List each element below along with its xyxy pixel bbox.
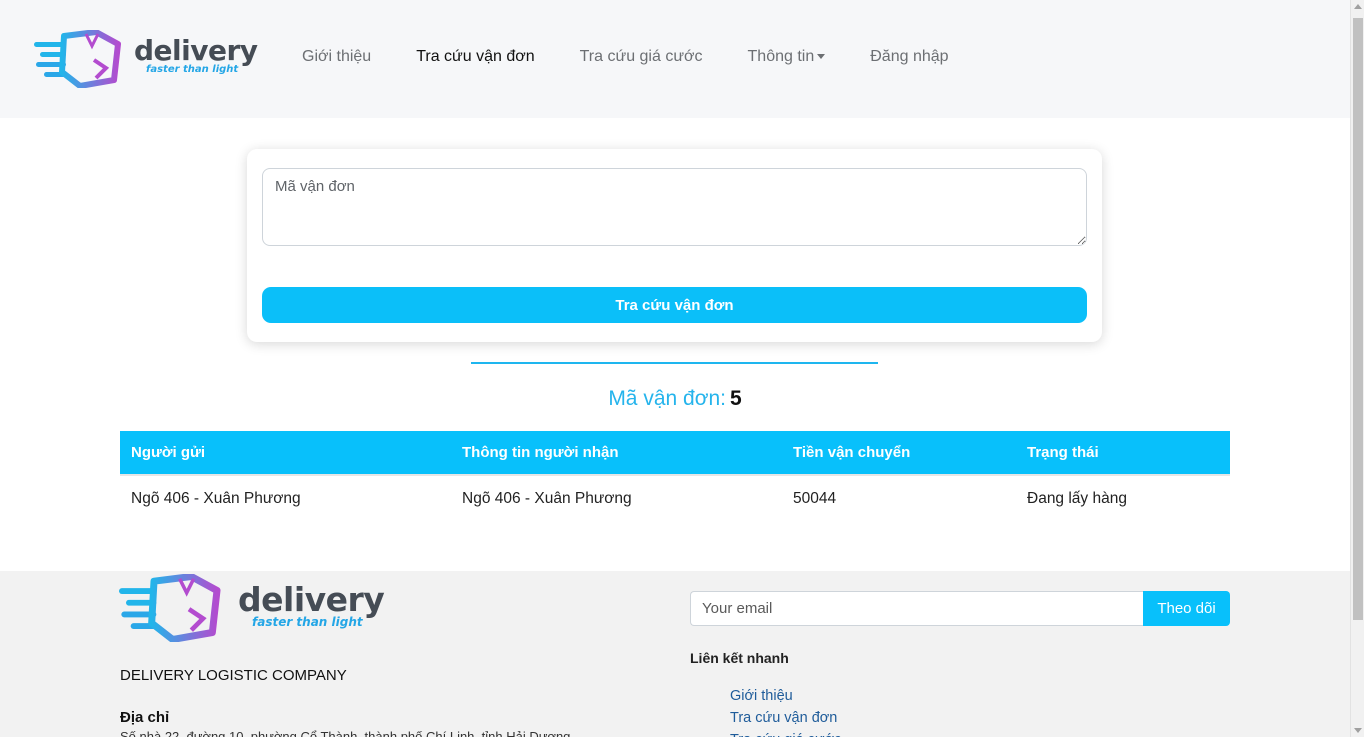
nav-item-thong-tin-label: Thông tin: [747, 48, 815, 65]
footer-brand-tagline: faster than light: [252, 615, 363, 629]
newsletter-form: Theo dõi: [690, 591, 1230, 626]
caret-down-icon: [817, 54, 826, 60]
tracking-code-input[interactable]: [262, 168, 1087, 246]
cell-sender: Ngõ 406 - Xuân Phương: [120, 474, 451, 521]
delivery-box-logo-icon: [119, 574, 221, 642]
nav-item-dang-nhap[interactable]: Đăng nhập: [870, 48, 948, 66]
column-header-status: Trạng thái: [1027, 444, 1099, 461]
brand-name: delivery: [134, 34, 258, 67]
table-header-row: Người gửi Thông tin người nhận Tiền vận …: [120, 431, 1230, 475]
tracking-result-label: Mã vận đơn:: [608, 387, 726, 410]
column-header-sender: Người gửi: [131, 444, 206, 461]
email-field[interactable]: [690, 591, 1143, 626]
tracking-search-card: Tra cứu vận đơn: [247, 149, 1102, 342]
column-header-shipping-fee: Tiền vận chuyển: [793, 444, 911, 461]
delivery-box-logo-icon: [34, 30, 121, 88]
main-nav: Giới thiệu Tra cứu vận đơn Tra cứu giá c…: [302, 48, 994, 66]
cell-recipient: Ngõ 406 - Xuân Phương: [451, 474, 782, 521]
address-text: Số nhà 22, đường 10, phường Cổ Thành, th…: [120, 729, 571, 737]
quick-links-title: Liên kết nhanh: [690, 650, 789, 666]
company-name: DELIVERY LOGISTIC COMPANY: [120, 667, 347, 684]
quick-link-tra-cuu-gia-cuoc[interactable]: Tra cứu giá cước: [730, 729, 841, 737]
quick-link-gioi-thieu[interactable]: Giới thiệu: [730, 685, 841, 707]
site-header: delivery faster than light Giới thiệu Tr…: [0, 0, 1350, 118]
subscribe-button[interactable]: Theo dõi: [1143, 591, 1230, 626]
table-row: Ngõ 406 - Xuân Phương Ngõ 406 - Xuân Phư…: [120, 474, 1230, 521]
footer-brand-name: delivery: [238, 580, 385, 619]
brand-logo[interactable]: delivery faster than light: [34, 30, 258, 88]
page-scrollbar[interactable]: [1350, 0, 1364, 737]
site-footer: delivery faster than light DELIVERY LOGI…: [0, 571, 1350, 737]
track-shipment-button[interactable]: Tra cứu vận đơn: [262, 287, 1087, 323]
tracking-result-code: 5: [729, 387, 742, 410]
shipment-table: Người gửi Thông tin người nhận Tiền vận …: [120, 431, 1230, 521]
scrollbar-thumb[interactable]: [1353, 18, 1363, 620]
nav-item-tra-cuu-van-don[interactable]: Tra cứu vận đơn: [416, 48, 534, 66]
result-divider: [471, 362, 878, 364]
cell-status: Đang lấy hàng: [1016, 474, 1230, 521]
nav-item-thong-tin-dropdown[interactable]: Thông tin: [748, 48, 826, 66]
quick-links-list: Giới thiệu Tra cứu vận đơn Tra cứu giá c…: [730, 685, 841, 737]
brand-tagline: faster than light: [146, 64, 239, 75]
scroll-down-arrow-icon[interactable]: [1354, 728, 1362, 733]
column-header-recipient: Thông tin người nhận: [462, 444, 619, 461]
scroll-up-arrow-icon[interactable]: [1354, 4, 1362, 9]
cell-shipping-fee: 50044: [782, 474, 1016, 521]
address-label: Địa chỉ: [120, 709, 170, 726]
footer-brand-logo[interactable]: delivery faster than light: [119, 574, 385, 642]
tracking-result-title: Mã vận đơn: 5: [0, 387, 1350, 411]
nav-item-gioi-thieu[interactable]: Giới thiệu: [302, 48, 371, 66]
quick-link-tra-cuu-van-don[interactable]: Tra cứu vận đơn: [730, 707, 841, 729]
nav-item-tra-cuu-gia-cuoc[interactable]: Tra cứu giá cước: [580, 48, 703, 66]
